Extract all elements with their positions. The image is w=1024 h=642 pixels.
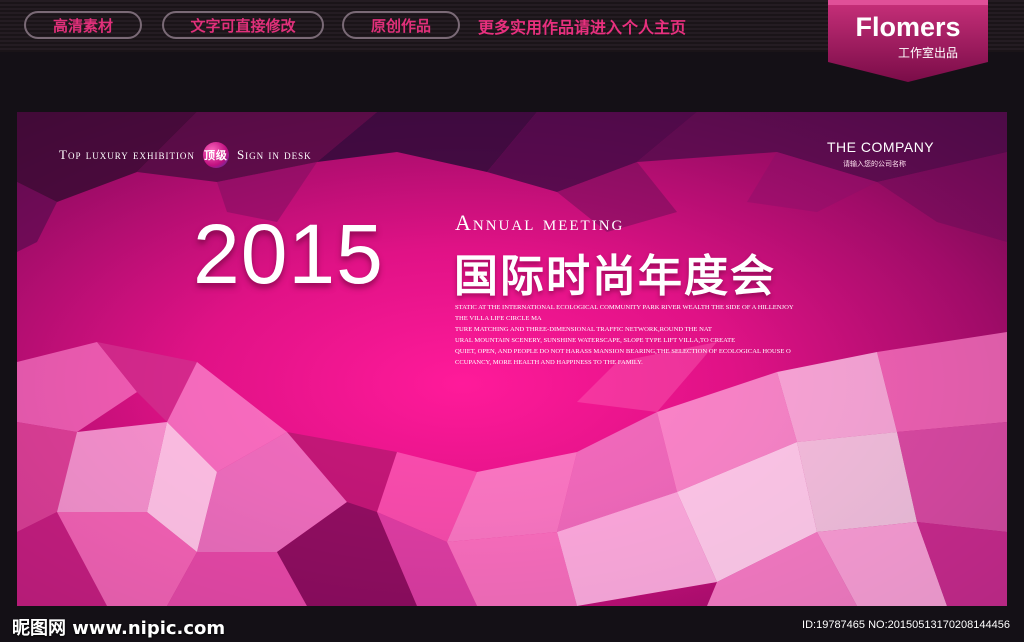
company-name: THE COMPANY [827, 139, 935, 155]
pill-label: 高清素材 [52, 16, 113, 35]
pill-label: 文字可直接修改 [190, 16, 296, 35]
brand-sub: 工作室出品 [897, 46, 958, 60]
brand-name: Flomers [855, 12, 961, 42]
description-line: THE VILLA LIFE CIRCLE MA [455, 315, 542, 322]
year-heading: 2015 [193, 207, 384, 301]
brand-badge: Flomers 工作室出品 [828, 0, 988, 82]
description-line: CCUPANCY, MORE HEALTH AND HAPPINESS TO T… [455, 359, 643, 366]
company-subtitle: 请输入您的公司名称 [843, 160, 906, 168]
site-watermark: 昵图网 www.nipic.com [12, 618, 226, 639]
description-line: STATIC AT THE INTERNATIONAL ECOLOGICAL C… [455, 304, 794, 311]
hd-material-pill[interactable]: 高清素材 [24, 11, 142, 39]
description-block: STATIC AT THE INTERNATIONAL ECOLOGICAL C… [455, 302, 825, 368]
sign-in-text: Sign in desk [236, 147, 312, 162]
poster-canvas: Top luxury exhibition 顶级 Sign in desk TH… [17, 112, 1007, 606]
top-badge-icon: 顶级 [202, 142, 229, 168]
tagline-text: Top luxury exhibition [59, 147, 195, 162]
event-title: 国际时尚年度会 [454, 251, 776, 302]
badge-label: 顶级 [203, 149, 228, 162]
promo-link[interactable]: 更多实用作品请进入个人主页 [478, 14, 686, 38]
exhibition-tagline: Top luxury exhibition 顶级 Sign in desk [59, 142, 312, 168]
description-line: QUIET, OPEN, AND PEOPLE DO NOT HARASS MA… [455, 348, 791, 355]
original-work-pill[interactable]: 原创作品 [342, 11, 460, 39]
pill-label: 原创作品 [370, 16, 431, 35]
footer-bar: 昵图网 www.nipic.com ID:19787465 NO:2015051… [0, 610, 1024, 642]
description-line: TURE MATCHING AND THREE-DIMENSIONAL TRAF… [455, 326, 712, 333]
image-id: ID:19787465 NO:20150513170208144456 [802, 619, 1010, 631]
description-line: URAL MOUNTAIN SCENERY, SUNSHINE WATERSCA… [455, 337, 736, 344]
editable-text-pill[interactable]: 文字可直接修改 [162, 11, 324, 39]
annual-meeting-label: Annual meeting [455, 210, 625, 235]
